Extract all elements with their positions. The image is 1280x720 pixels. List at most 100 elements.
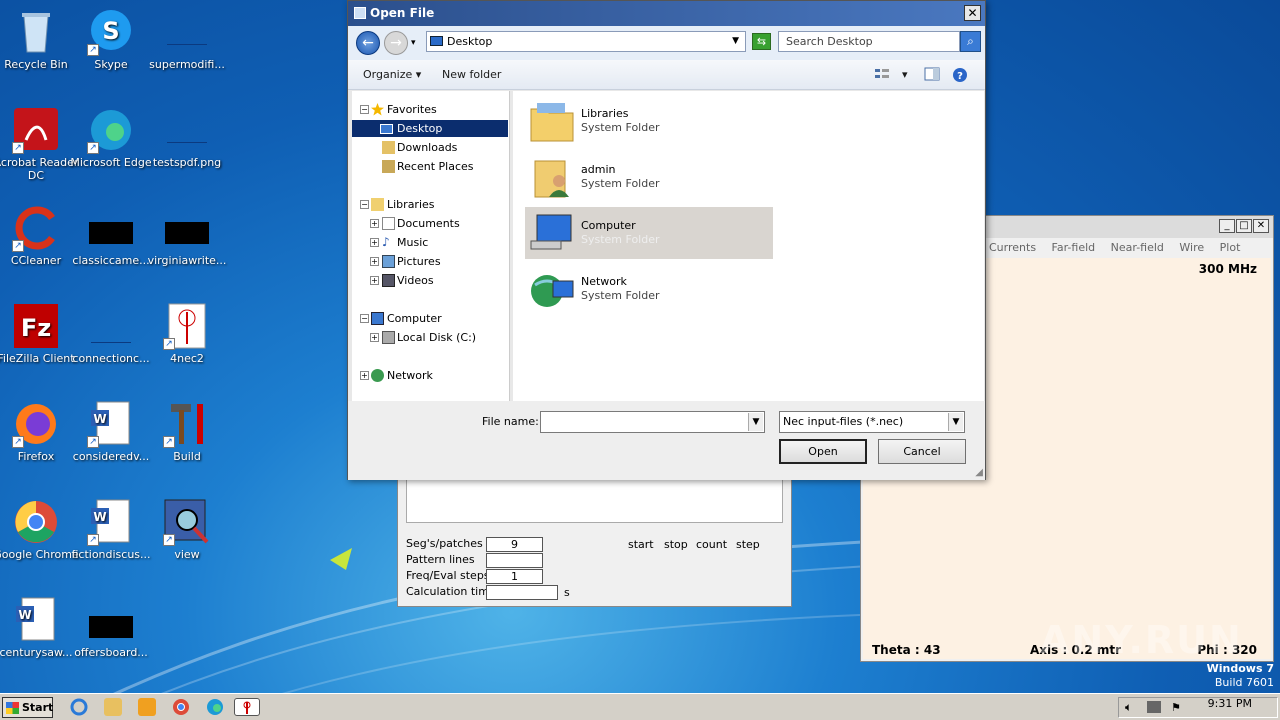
minimize-button[interactable]: _ xyxy=(1219,219,1235,233)
list-item[interactable]: Libraries System Folder xyxy=(525,95,773,147)
output-box xyxy=(406,479,783,523)
explorer-icon[interactable] xyxy=(104,698,122,716)
acrobat-icon: ↗ xyxy=(12,106,60,154)
navigation-pane: − Favorites Desktop Downloads Recent Pla… xyxy=(352,91,510,401)
expand-icon[interactable]: + xyxy=(370,238,379,247)
desktop-icon-testspdf[interactable]: testspdf.png xyxy=(143,106,231,169)
item-name: Libraries xyxy=(581,107,629,120)
start-button[interactable]: Start xyxy=(2,697,53,718)
windows-logo-icon xyxy=(6,702,19,714)
firefox-icon: ↗ xyxy=(12,400,60,448)
item-type: System Folder xyxy=(581,233,660,246)
nav-network[interactable]: + Network xyxy=(360,367,433,384)
clock[interactable]: 9:31 PM xyxy=(1208,697,1252,710)
desktop-icon-fictiondiscus[interactable]: W ↗ fictiondiscus... xyxy=(67,498,155,561)
collapse-icon[interactable]: − xyxy=(360,105,369,114)
item-type: System Folder xyxy=(581,177,660,190)
dialog-title-bar[interactable]: Open File ✕ xyxy=(348,1,985,26)
music-icon: ♪ xyxy=(382,235,390,249)
chevron-down-icon[interactable]: ▼ xyxy=(732,32,739,51)
menu-near-field[interactable]: Near-field xyxy=(1111,241,1164,254)
nav-libraries[interactable]: − Libraries xyxy=(360,196,435,213)
list-item[interactable]: admin System Folder xyxy=(525,151,773,203)
chevron-down-icon[interactable]: ▼ xyxy=(948,413,963,431)
desktop-icon-offersboard[interactable]: offersboard... xyxy=(67,596,155,659)
media-player-icon[interactable] xyxy=(138,698,156,716)
list-item[interactable]: Computer System Folder xyxy=(525,207,773,259)
maximize-button[interactable]: □ xyxy=(1236,219,1252,233)
dialog-title: Open File xyxy=(370,6,435,20)
search-icon[interactable]: ⌕ xyxy=(960,31,981,52)
menu-far-field[interactable]: Far-field xyxy=(1052,241,1096,254)
speaker-icon[interactable]: 🔈︎ xyxy=(1125,700,1132,715)
desktop-icon-supermodifi[interactable]: supermodifi... xyxy=(143,8,231,71)
organize-button[interactable]: Organize ▾ xyxy=(363,68,421,81)
menu-currents[interactable]: Currents xyxy=(989,241,1036,254)
desktop-icon-skype[interactable]: S ↗ Skype xyxy=(67,8,155,71)
ie-icon[interactable] xyxy=(70,698,88,716)
item-type: System Folder xyxy=(581,121,660,134)
new-folder-button[interactable]: New folder xyxy=(442,68,501,81)
ccleaner-icon: ↗ xyxy=(12,204,60,252)
close-button[interactable]: ✕ xyxy=(964,5,981,21)
nav-favorites[interactable]: − Favorites xyxy=(360,101,507,118)
expand-icon[interactable]: + xyxy=(370,276,379,285)
desktop-icon-classiccame[interactable]: classiccame... xyxy=(67,204,155,267)
expand-icon[interactable]: + xyxy=(370,219,379,228)
view-dropdown-icon[interactable]: ▾ xyxy=(902,68,908,81)
nav-music-label: Music xyxy=(397,236,429,249)
4nec2-taskbar-icon[interactable] xyxy=(234,698,260,716)
menu-plot[interactable]: Plot xyxy=(1220,241,1241,254)
col-step: step xyxy=(736,538,760,551)
network-tray-icon[interactable] xyxy=(1147,701,1161,713)
preview-pane-icon[interactable] xyxy=(924,67,940,81)
close-button[interactable]: ✕ xyxy=(1253,219,1269,233)
desktop-icon-build[interactable]: ↗ Build xyxy=(143,400,231,463)
open-button[interactable]: Open xyxy=(779,439,867,464)
desktop-icon-consideredv[interactable]: W ↗ consideredv... xyxy=(67,400,155,463)
nav-local-disk[interactable]: + Local Disk (C:) xyxy=(370,329,476,346)
refresh-button[interactable]: ⇆ xyxy=(752,33,771,50)
address-field[interactable]: Desktop ▼ xyxy=(426,31,746,52)
cancel-button[interactable]: Cancel xyxy=(878,439,966,464)
collapse-icon[interactable]: − xyxy=(360,200,369,209)
desktop-icon-4nec2[interactable]: ↗ 4nec2 xyxy=(143,302,231,365)
expand-icon[interactable]: + xyxy=(360,371,369,380)
recent-dropdown-icon[interactable]: ▾ xyxy=(411,38,416,48)
nec-main-window[interactable]: Seg's/patches 9 Pattern lines Freq/Eval … xyxy=(397,470,792,607)
edge-icon[interactable] xyxy=(206,698,224,716)
nav-recent-places[interactable]: Recent Places xyxy=(382,158,474,175)
desktop-icon-edge[interactable]: ↗ Microsoft Edge xyxy=(67,106,155,169)
search-input[interactable]: Search Desktop xyxy=(778,31,960,52)
forward-button[interactable]: → xyxy=(384,31,408,55)
menu-wire[interactable]: Wire xyxy=(1179,241,1204,254)
network-icon xyxy=(371,369,384,382)
nav-pictures[interactable]: + Pictures xyxy=(370,253,441,270)
file-name-input[interactable]: ▼ xyxy=(540,411,765,433)
file-list[interactable]: Libraries System Folder admin System Fol… xyxy=(513,91,984,401)
desktop-icon-virginiawrite[interactable]: virginiawrite... xyxy=(143,204,231,267)
nav-videos[interactable]: + Videos xyxy=(370,272,434,289)
nav-computer[interactable]: − Computer xyxy=(360,310,442,327)
expand-icon[interactable]: + xyxy=(370,257,379,266)
expand-icon[interactable]: + xyxy=(370,333,379,342)
desktop-icon-connectionc[interactable]: connectionc... xyxy=(67,302,155,365)
nav-documents[interactable]: + Documents xyxy=(370,215,460,232)
nav-music[interactable]: + ♪ Music xyxy=(370,234,429,251)
nav-desktop[interactable]: Desktop xyxy=(352,120,508,137)
chevron-down-icon[interactable]: ▼ xyxy=(748,413,763,431)
desktop-icon-view[interactable]: ↗ view xyxy=(143,498,231,561)
svg-text:W: W xyxy=(93,412,106,426)
open-file-dialog[interactable]: Open File ✕ ← → ▾ Desktop ▼ ⇆ Search Des… xyxy=(347,0,986,480)
back-button[interactable]: ← xyxy=(356,31,380,55)
help-icon[interactable]: ? xyxy=(952,67,968,82)
nav-downloads[interactable]: Downloads xyxy=(382,139,457,156)
collapse-icon[interactable]: − xyxy=(360,314,369,323)
chrome-icon[interactable] xyxy=(172,698,190,716)
file-icon xyxy=(87,302,135,350)
action-center-icon[interactable]: ⚑ xyxy=(1171,701,1181,714)
list-item[interactable]: Network System Folder xyxy=(525,263,773,315)
file-type-select[interactable]: Nec input-files (*.nec) ▼ xyxy=(779,411,965,433)
resize-grip-icon[interactable]: ◢ xyxy=(975,467,983,478)
view-options-icon[interactable] xyxy=(874,67,890,81)
